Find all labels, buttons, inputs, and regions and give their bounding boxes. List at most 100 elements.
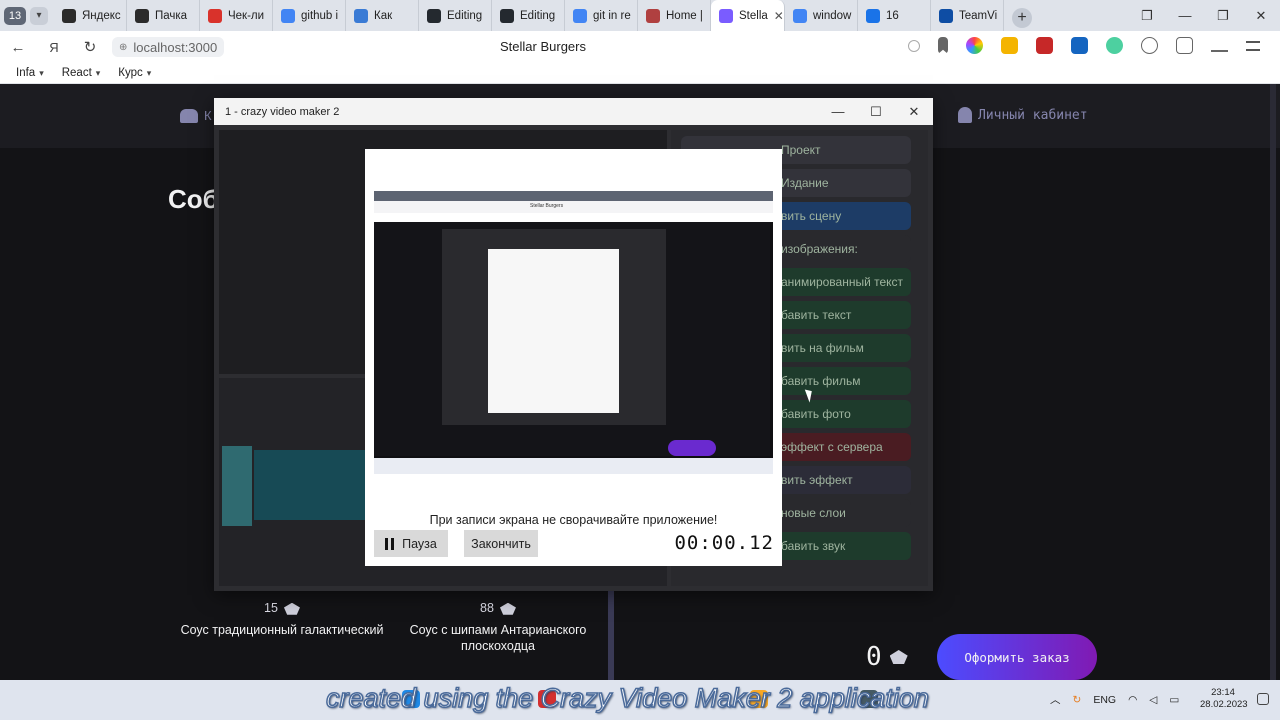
- clock[interactable]: 23:14 28.02.2023: [1200, 687, 1248, 711]
- google-icon: [281, 8, 295, 23]
- maximize-icon[interactable]: ☐: [857, 104, 895, 120]
- globe-icon[interactable]: [1141, 37, 1158, 54]
- download-icon[interactable]: [1211, 40, 1228, 52]
- section-title: Соб: [168, 184, 219, 214]
- preview-bookmarks: [374, 213, 773, 222]
- cloud-icon: [354, 8, 368, 23]
- browser-tab[interactable]: window: [785, 0, 858, 31]
- yandex-icon: [62, 8, 76, 23]
- bookmark-folder-react[interactable]: React ▾: [62, 67, 101, 79]
- search-icon[interactable]: [908, 39, 920, 52]
- language-indicator[interactable]: ENG: [1093, 694, 1116, 706]
- notifications-icon[interactable]: [1257, 693, 1269, 705]
- browser-tab-label: window: [813, 9, 852, 22]
- browser-tab-label: Editing: [447, 9, 483, 22]
- system-tray: ︿ ↻ ENG ◠ ◁ ▭: [1050, 692, 1179, 707]
- github-icon: [500, 8, 514, 23]
- finish-label: Закончить: [471, 536, 531, 551]
- red-extension-icon[interactable]: [1036, 37, 1053, 54]
- price-value: 15: [264, 601, 278, 615]
- browser-tab-label: github i: [301, 9, 339, 22]
- menu-icon[interactable]: [1246, 40, 1260, 51]
- video-maker-window-controls: — ☐ ✕: [819, 104, 933, 120]
- chevron-down-icon: ▾: [95, 68, 101, 78]
- pause-button[interactable]: Пауза: [374, 530, 448, 557]
- browser-tab[interactable]: git in re: [565, 0, 638, 31]
- close-icon[interactable]: ✕: [895, 104, 933, 120]
- browser-tab[interactable]: Editing: [419, 0, 492, 31]
- close-icon[interactable]: ✕: [1242, 8, 1280, 24]
- ingredient-card[interactable]: 88 Соус с шипами Антарианского плоскоход…: [383, 600, 613, 654]
- browser-tab-label: Чек-ли: [228, 9, 265, 22]
- recording-timer: 00:00.12: [674, 532, 774, 554]
- window-controls: ❐ — ❐ ✕: [1128, 0, 1280, 31]
- currency-icon: [499, 602, 516, 615]
- yandex-logo-icon[interactable]: Я: [36, 40, 72, 55]
- tab-strip: Яндекс Пачка Чек-ли github i Как Editing Editi…: [54, 0, 1004, 31]
- bookmark-label: Курс: [118, 67, 143, 79]
- battery-icon[interactable]: ▭: [1169, 694, 1179, 706]
- color-extension-icon[interactable]: [966, 37, 983, 54]
- checklist-icon: [208, 8, 222, 23]
- pachka-icon: [135, 8, 149, 23]
- screenshot-icon[interactable]: [1176, 37, 1193, 54]
- chevron-down-icon: ▾: [146, 68, 152, 78]
- preview-address-bar: [374, 201, 773, 213]
- bookmark-folder-kurs[interactable]: Курс ▾: [118, 67, 151, 79]
- bookmark-label: Infa: [16, 67, 36, 79]
- finish-button[interactable]: Закончить: [464, 530, 538, 557]
- burger-icon: [180, 108, 198, 123]
- blue-extension-icon[interactable]: [1071, 37, 1088, 54]
- tab-list-icon[interactable]: ❐: [1128, 8, 1166, 24]
- url-field[interactable]: ⊕ localhost:3000: [112, 37, 225, 57]
- wifi-icon[interactable]: ◠: [1128, 694, 1137, 706]
- browser-tab[interactable]: Яндекс: [54, 0, 127, 31]
- minimize-icon[interactable]: —: [819, 104, 857, 120]
- recording-warning: При записи экрана не сворачивайте прилож…: [429, 513, 718, 527]
- bookmark-folder-infa[interactable]: Infa ▾: [16, 67, 44, 79]
- chevron-down-icon: ▾: [39, 68, 44, 78]
- browser-tab-bar: 13 ▾ Яндекс Пачка Чек-ли github i Как Editing…: [0, 0, 1280, 31]
- close-tab-icon[interactable]: ✕: [774, 9, 784, 23]
- timeline-track[interactable]: [222, 446, 252, 526]
- new-tab-button[interactable]: +: [1012, 8, 1032, 28]
- cabinet-label: Личный кабинет: [978, 107, 1088, 123]
- green-extension-icon[interactable]: [1106, 37, 1123, 54]
- tray-chevron-icon[interactable]: ︿: [1050, 692, 1061, 707]
- preview-page-title: Stellar Burgers: [530, 203, 564, 209]
- sync-icon[interactable]: ↻: [1073, 694, 1082, 706]
- browser-tab-label: Stella: [739, 9, 768, 22]
- teamviewer-icon: [939, 8, 953, 23]
- currency-icon: [889, 650, 908, 664]
- volume-icon[interactable]: ◁: [1149, 694, 1157, 706]
- cabinet-link[interactable]: Личный кабинет: [958, 107, 1088, 123]
- back-icon[interactable]: ←: [0, 39, 36, 56]
- browser-tab[interactable]: TeamVi: [931, 0, 1004, 31]
- browser-tab[interactable]: Чек-ли: [200, 0, 273, 31]
- browser-tab[interactable]: Editing: [492, 0, 565, 31]
- browser-tab[interactable]: github i: [273, 0, 346, 31]
- browser-tab[interactable]: 16: [858, 0, 931, 31]
- browser-tab[interactable]: Stella ✕: [711, 0, 785, 31]
- constructor-link[interactable]: К: [180, 108, 212, 123]
- browser-tab[interactable]: Home |: [638, 0, 711, 31]
- url-text: localhost:3000: [133, 39, 218, 55]
- preview-tab-bar: [374, 191, 773, 201]
- screen-recording-dialog: Stellar Burgers При записи экрана не сво…: [365, 149, 782, 566]
- tab-menu-chevron-icon[interactable]: ▾: [30, 6, 48, 25]
- preview-recording-dialog: [488, 249, 619, 413]
- bookmark-icon[interactable]: [938, 37, 948, 54]
- pencil-extension-icon[interactable]: [1001, 37, 1018, 54]
- browser-tab[interactable]: Как: [346, 0, 419, 31]
- ingredient-card[interactable]: 15 Соус традиционный галактический: [167, 600, 397, 638]
- dropbox-icon: [866, 8, 880, 23]
- minimize-icon[interactable]: —: [1166, 8, 1204, 23]
- browser-tab[interactable]: Пачка: [127, 0, 200, 31]
- tab-count-badge[interactable]: 13: [4, 6, 26, 25]
- place-order-button[interactable]: Оформить заказ: [937, 634, 1097, 680]
- page-scrollbar[interactable]: [1270, 84, 1276, 680]
- ingredient-name: Соус с шипами Антарианского плоскоходца: [409, 623, 587, 653]
- site-info-icon[interactable]: ⊕: [119, 42, 127, 53]
- reload-icon[interactable]: ↻: [72, 38, 108, 56]
- restore-icon[interactable]: ❐: [1204, 8, 1242, 24]
